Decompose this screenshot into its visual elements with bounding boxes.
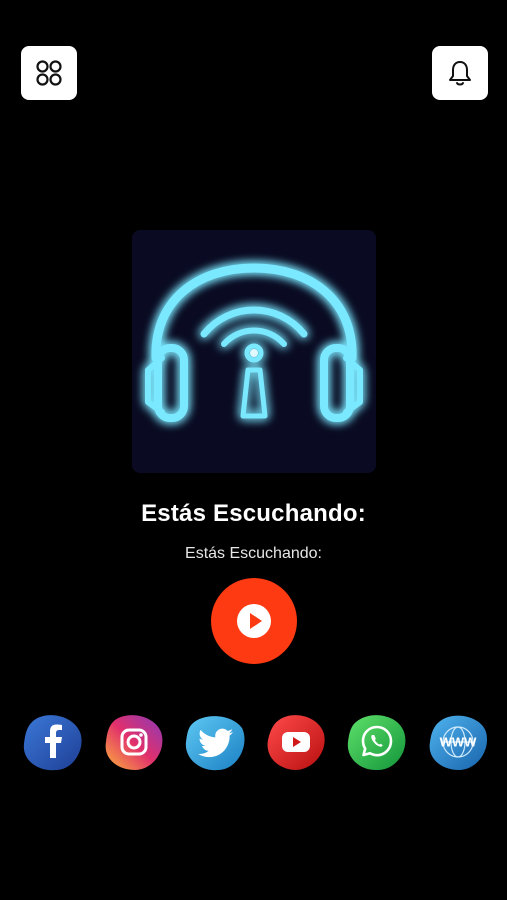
- twitter-icon[interactable]: [184, 712, 246, 772]
- now-playing-title: Estás Escuchando:: [141, 500, 366, 527]
- bell-icon: [449, 61, 471, 86]
- station-artwork: [132, 230, 376, 473]
- grid-menu-icon: [36, 60, 62, 86]
- menu-button[interactable]: [21, 46, 77, 100]
- instagram-icon[interactable]: [103, 712, 165, 772]
- www-icon[interactable]: WWW: [427, 712, 489, 772]
- notifications-button[interactable]: [432, 46, 488, 100]
- neon-headphones-radio-icon: [145, 263, 363, 422]
- play-icon: [237, 604, 271, 638]
- whatsapp-icon[interactable]: [346, 712, 408, 772]
- play-button[interactable]: [211, 578, 297, 664]
- now-playing-subtitle: Estás Escuchando:: [185, 545, 322, 562]
- youtube-icon[interactable]: [265, 712, 327, 772]
- facebook-icon[interactable]: [22, 712, 84, 772]
- www-label: WWW: [440, 735, 478, 750]
- social-links: WWW: [22, 712, 488, 772]
